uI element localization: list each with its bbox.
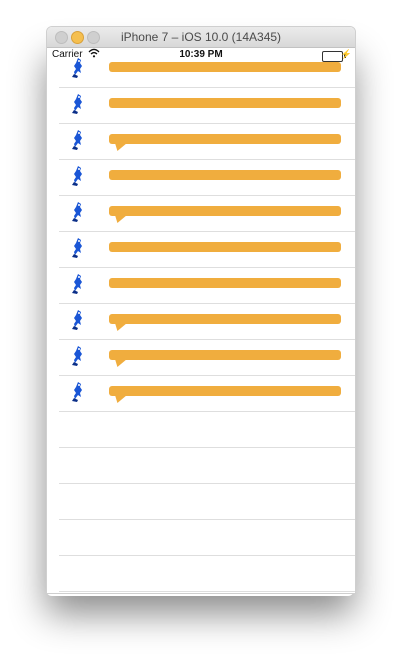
empty-table-row[interactable] bbox=[59, 411, 355, 448]
table-row[interactable] bbox=[59, 87, 355, 124]
empty-table-row[interactable] bbox=[59, 447, 355, 484]
mascot-figure-icon bbox=[69, 201, 87, 223]
message-bubble-bar bbox=[109, 62, 341, 72]
message-bubble-bar bbox=[109, 206, 341, 216]
message-bubble-bar bbox=[109, 98, 341, 108]
message-bubble-bar bbox=[109, 314, 341, 324]
table-row[interactable] bbox=[59, 375, 355, 412]
simulator-window: iPhone 7 – iOS 10.0 (14A345) Carrier 10:… bbox=[46, 26, 356, 594]
table-row[interactable] bbox=[59, 123, 355, 160]
table-row[interactable] bbox=[59, 303, 355, 340]
table-row[interactable] bbox=[59, 231, 355, 268]
mascot-figure-icon bbox=[69, 165, 87, 187]
table-row[interactable] bbox=[59, 51, 355, 88]
mascot-figure-icon bbox=[69, 345, 87, 367]
bubble-tail bbox=[115, 323, 127, 331]
message-bubble-bar bbox=[109, 278, 341, 288]
table-row[interactable] bbox=[59, 195, 355, 232]
mascot-figure-icon bbox=[69, 129, 87, 151]
title-bar[interactable]: iPhone 7 – iOS 10.0 (14A345) bbox=[47, 27, 355, 48]
message-bubble-bar bbox=[109, 386, 341, 396]
table-row[interactable] bbox=[59, 339, 355, 376]
bubble-tail bbox=[115, 215, 127, 223]
mascot-figure-icon bbox=[69, 57, 87, 79]
message-bubble-bar bbox=[109, 350, 341, 360]
message-bubble-bar bbox=[109, 134, 341, 144]
window-title: iPhone 7 – iOS 10.0 (14A345) bbox=[120, 30, 282, 44]
bubble-tail bbox=[115, 143, 127, 151]
mascot-figure-icon bbox=[69, 273, 87, 295]
empty-table-row[interactable] bbox=[59, 555, 355, 592]
empty-table-row[interactable] bbox=[59, 519, 355, 556]
mascot-figure-icon bbox=[69, 93, 87, 115]
bubble-tail bbox=[115, 395, 127, 403]
bubble-tail bbox=[115, 359, 127, 367]
message-bubble-bar bbox=[109, 170, 341, 180]
mascot-figure-icon bbox=[69, 237, 87, 259]
message-bubble-bar bbox=[109, 242, 341, 252]
table-row[interactable] bbox=[59, 267, 355, 304]
mascot-figure-icon bbox=[69, 381, 87, 403]
table-view[interactable] bbox=[47, 53, 355, 593]
table-row[interactable] bbox=[59, 159, 355, 196]
empty-table-row[interactable] bbox=[59, 483, 355, 520]
mascot-figure-icon bbox=[69, 309, 87, 331]
